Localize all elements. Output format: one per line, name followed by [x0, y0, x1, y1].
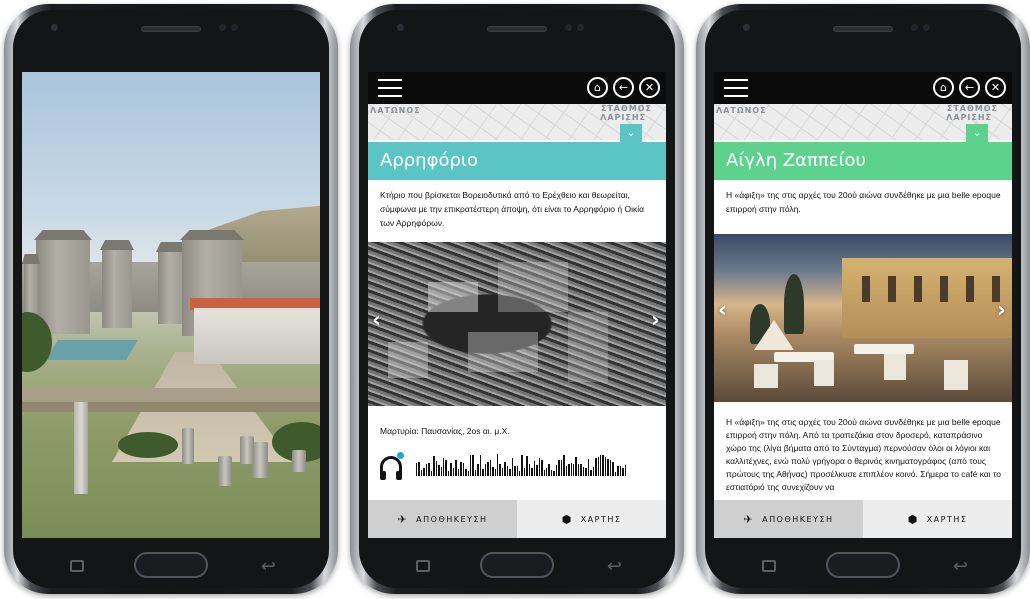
- map-label: ΛΑΡΙΣΗΣ: [946, 113, 992, 122]
- map-button[interactable]: ⬢ ΧΑΡΤΗΣ: [517, 500, 666, 538]
- map-label: ΣΤΑΘΜΟΣ: [946, 104, 998, 113]
- map-label: ΛΑΤΩΝΟΣ: [370, 106, 421, 115]
- chevron-down-icon[interactable]: ⌄: [620, 124, 642, 142]
- audio-waveform[interactable]: [416, 454, 626, 476]
- speaker-grille: [141, 26, 201, 32]
- home-icon[interactable]: ⌂: [587, 77, 608, 98]
- close-icon[interactable]: ✕: [639, 77, 660, 98]
- sensor: [231, 24, 238, 31]
- menu-icon[interactable]: [378, 79, 402, 97]
- top-bar: ⌂ ← ✕: [368, 72, 666, 104]
- next-image-arrow[interactable]: ›: [997, 298, 1006, 323]
- bottom-bar: ✈ ΑΠΟΘΗΚΕΥΣΗ ⬢ ΧΑΡΤΗΣ: [368, 500, 666, 538]
- map-label: ΣΤΑΘΜΟΣ: [600, 104, 652, 113]
- back-icon[interactable]: ↩: [607, 556, 622, 577]
- speaker-grille: [487, 26, 547, 32]
- play-indicator: [397, 452, 404, 459]
- home-icon[interactable]: ⌂: [933, 77, 954, 98]
- home-button[interactable]: [480, 552, 554, 578]
- description: Η «άφιξη» της στις αρχές του 20ού αιώνα …: [726, 190, 1001, 214]
- front-camera: [397, 24, 404, 31]
- previous-image-arrow[interactable]: ‹: [718, 298, 727, 323]
- android-navbar: ↩: [714, 550, 1012, 586]
- description: Κτήριο που βρίσκεται Βορειοδυτικά από το…: [380, 190, 645, 228]
- phone-left: ↩: [4, 4, 338, 594]
- phone-middle: ⌂ ← ✕ ΛΑΤΩΝΟΣ ΣΤΑΘΜΟΣ ΛΑΡΙΣΗΣ Αρρηφόριο …: [350, 4, 684, 594]
- top-bar: ⌂ ← ✕: [714, 72, 1012, 104]
- map-button[interactable]: ⬢ ΧΑΡΤΗΣ: [863, 500, 1012, 538]
- speaker-grille: [833, 26, 893, 32]
- ancient-scene-image: [22, 72, 320, 538]
- recent-apps-icon[interactable]: [762, 560, 776, 572]
- front-camera: [51, 24, 58, 31]
- recent-apps-icon[interactable]: [416, 560, 430, 572]
- back-arrow-icon[interactable]: ←: [959, 77, 980, 98]
- sensor: [219, 24, 226, 31]
- back-icon[interactable]: ↩: [261, 556, 276, 577]
- bottom-bar: ✈ ΑΠΟΘΗΚΕΥΣΗ ⬢ ΧΑΡΤΗΣ: [714, 500, 1012, 538]
- location-marker-icon: ⬢: [907, 512, 919, 526]
- save-label: ΑΠΟΘΗΚΕΥΣΗ: [416, 514, 488, 524]
- app-screen: ⌂ ← ✕ ΛΑΤΩΝΟΣ ΣΤΑΘΜΟΣ ΛΑΡΙΣΗΣ Αρρηφόριο …: [368, 72, 666, 538]
- back-arrow-icon[interactable]: ←: [613, 77, 634, 98]
- menu-icon[interactable]: [724, 79, 748, 97]
- map-label: ΛΑΤΩΝΟΣ: [716, 106, 767, 115]
- sensor: [923, 24, 930, 31]
- location-marker-icon: ⬢: [561, 512, 573, 526]
- next-image-arrow[interactable]: ›: [651, 308, 660, 333]
- page-title: Αρρηφόριο: [368, 142, 666, 180]
- testimony-caption: Μαρτυρία: Παυσανίας, 2os αι. μ.Χ.: [380, 426, 510, 436]
- chevron-down-icon[interactable]: ⌄: [966, 124, 988, 142]
- front-camera: [743, 24, 750, 31]
- android-navbar: ↩: [22, 550, 320, 586]
- map-button-label: ΧΑΡΤΗΣ: [926, 514, 968, 524]
- terrace-photo[interactable]: [714, 234, 1012, 402]
- android-navbar: ↩: [368, 550, 666, 586]
- audio-player[interactable]: [380, 452, 626, 480]
- pin-icon: ✈: [743, 512, 755, 526]
- map-button-label: ΧΑΡΤΗΣ: [580, 514, 622, 524]
- phone-right: ⌂ ← ✕ ΛΑΤΩΝΟΣ ΣΤΑΘΜΟΣ ΛΑΡΙΣΗΣ Αίγλη Ζαππ…: [696, 4, 1030, 594]
- map-label: ΛΑΡΙΣΗΣ: [600, 113, 646, 122]
- sensor: [911, 24, 918, 31]
- page-title: Αίγλη Ζαππείου: [714, 142, 1012, 180]
- save-label: ΑΠΟΘΗΚΕΥΣΗ: [762, 514, 834, 524]
- home-button[interactable]: [134, 552, 208, 578]
- aerial-photo[interactable]: [368, 242, 666, 406]
- pin-icon: ✈: [397, 512, 409, 526]
- recent-apps-icon[interactable]: [70, 560, 84, 572]
- app-screen: ⌂ ← ✕ ΛΑΤΩΝΟΣ ΣΤΑΘΜΟΣ ΛΑΡΙΣΗΣ Αίγλη Ζαππ…: [714, 72, 1012, 538]
- sensor: [565, 24, 572, 31]
- home-button[interactable]: [826, 552, 900, 578]
- ar-reconstruction-view[interactable]: [22, 72, 320, 538]
- previous-image-arrow[interactable]: ‹: [372, 308, 381, 333]
- close-icon[interactable]: ✕: [985, 77, 1006, 98]
- showcase: ↩ ⌂ ← ✕ ΛΑΤΩΝΟΣ ΣΤΑΘΜΟΣ ΛΑΡΙΣΗΣ Αρρηφόρι…: [0, 0, 1030, 599]
- save-button[interactable]: ✈ ΑΠΟΘΗΚΕΥΣΗ: [368, 500, 517, 538]
- sensor: [577, 24, 584, 31]
- back-icon[interactable]: ↩: [953, 556, 968, 577]
- save-button[interactable]: ✈ ΑΠΟΘΗΚΕΥΣΗ: [714, 500, 863, 538]
